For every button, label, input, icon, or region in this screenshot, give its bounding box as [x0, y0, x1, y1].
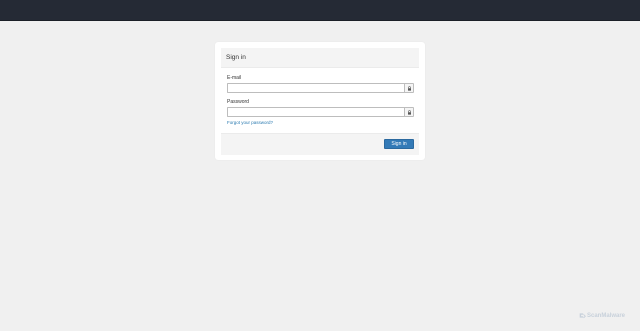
password-addon — [404, 107, 414, 117]
watermark-text: ScanMalware — [587, 312, 626, 319]
lock-icon — [407, 85, 411, 91]
login-panel-footer: Sign in — [221, 133, 419, 155]
password-input[interactable] — [227, 107, 404, 117]
scanmalware-watermark: ScanMalware — [579, 312, 625, 319]
email-input-group — [227, 83, 414, 93]
top-navbar — [0, 0, 640, 21]
email-label: E-mail — [227, 75, 242, 81]
email-addon — [404, 83, 414, 93]
scanmalware-logo-icon — [579, 313, 586, 319]
email-input[interactable] — [227, 83, 404, 93]
login-panel: Sign in E-mail Password Forgot your pass… — [215, 42, 425, 160]
sign-in-button[interactable]: Sign in — [384, 139, 414, 149]
lock-icon — [407, 109, 411, 115]
forgot-password-link[interactable]: Forgot your password? — [227, 120, 273, 126]
password-label: Password — [227, 99, 249, 105]
login-panel-header: Sign in — [221, 48, 419, 68]
login-title: Sign in — [226, 54, 246, 61]
password-input-group — [227, 107, 414, 117]
